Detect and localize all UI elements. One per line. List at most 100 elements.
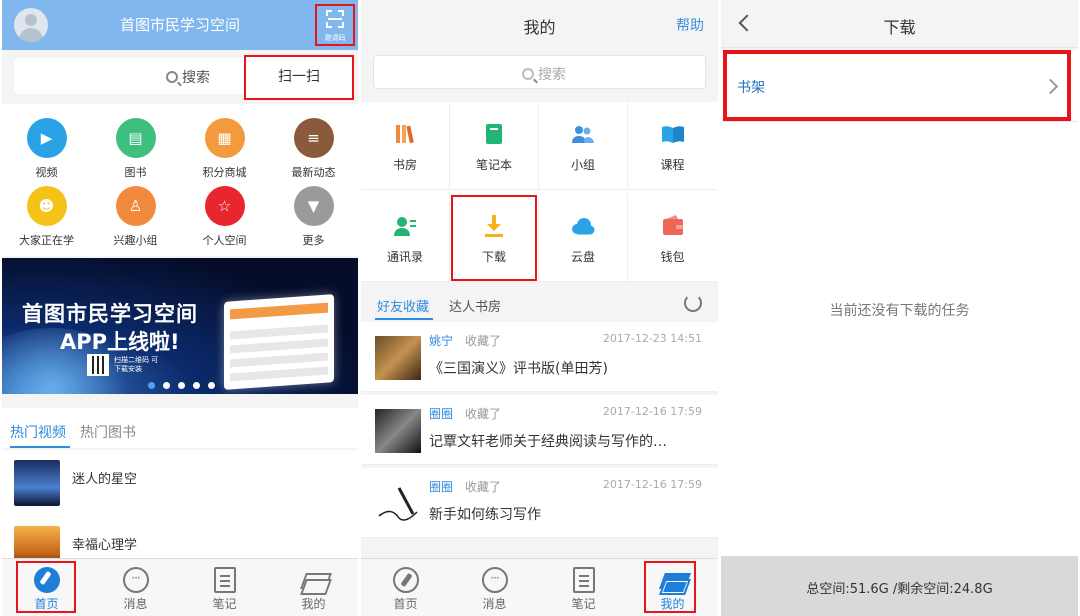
panel-divider — [718, 0, 721, 616]
grid-item-label: 积分商城 — [202, 166, 247, 179]
home-header: 首图市民学习空间 — [2, 0, 358, 50]
scan-button[interactable]: 扫一扫 — [244, 55, 354, 100]
contacts-icon — [393, 214, 417, 238]
feed-time: 2017-12-16 17:59 — [602, 478, 702, 491]
banner-qr-code — [87, 354, 109, 376]
app-title: 首图市民学习空间 — [119, 16, 240, 34]
home-tab-highlight — [16, 561, 76, 613]
mine-tab-highlight — [644, 561, 696, 613]
download-screen: 下载 书架 当前还没有下载的任务 总空间:51.6G /剩余空间:24.8G — [721, 0, 1078, 616]
tab-underline — [10, 446, 70, 448]
storage-info: 总空间:51.6G /剩余空间:24.8G — [806, 582, 993, 597]
tab-hot-videos[interactable]: 热门视频 — [10, 422, 66, 442]
function-grid: 书房 笔记本 小组 课程 通讯录 下载 云盘 钱包 — [361, 102, 718, 282]
grid-item-label: 视频 — [35, 166, 58, 179]
panel-divider — [358, 0, 361, 616]
page-title: 我的 — [523, 18, 556, 37]
tab-messages[interactable]: 消息 — [450, 563, 539, 612]
chat-bubble-icon — [481, 567, 508, 593]
pen-sketch-thumbnail — [375, 482, 421, 526]
reading-person-icon: ☻ — [26, 186, 67, 226]
grid-item-group[interactable]: 小组 — [539, 102, 628, 190]
tab-friend-favorites[interactable]: 好友收藏 — [377, 296, 429, 315]
grid-item-personal-space[interactable]: ☆ 个人空间 — [180, 186, 269, 248]
grid-item-label: 图书 — [124, 166, 147, 179]
grid-item-groups[interactable]: ♙ 兴趣小组 — [91, 186, 180, 248]
tab-hot-books[interactable]: 热门图书 — [80, 422, 136, 442]
news-icon: ≡ — [293, 118, 334, 158]
note-icon — [213, 567, 236, 593]
banner-phone-image — [224, 294, 334, 390]
invite-code-label: 邀请码 — [324, 34, 346, 42]
grid-item-label: 个人空间 — [202, 234, 247, 247]
grid-item-cloud[interactable]: 云盘 — [539, 194, 628, 282]
group-icon — [571, 122, 595, 146]
grid-item-label: 笔记本 — [475, 158, 512, 172]
more-arrow-icon: ▼ — [293, 186, 334, 226]
feed-item[interactable]: 姚宁 收藏了 2017-12-23 14:51 《三国演义》评书版(单田芳) — [361, 322, 718, 392]
empty-state-text: 当前还没有下载的任务 — [829, 303, 970, 319]
tab-label: 消息 — [123, 597, 148, 611]
tab-notes[interactable]: 笔记 — [539, 563, 628, 612]
avatar[interactable] — [14, 8, 48, 42]
tab-label: 我的 — [301, 597, 326, 611]
grid-item-label: 更多 — [302, 234, 325, 247]
search-placeholder: 搜索 — [538, 67, 566, 83]
wallet-icon — [661, 214, 685, 238]
download-list-area: 当前还没有下载的任务 — [721, 122, 1078, 556]
grid-item-label: 钱包 — [660, 250, 685, 264]
compass-icon — [392, 567, 419, 593]
tab-label: 首页 — [393, 597, 418, 611]
mine-screen: 我的 帮助 搜索 书房 笔记本 小组 课程 通讯录 下载 云盘 钱包 好友收藏 … — [361, 0, 718, 616]
help-link[interactable]: 帮助 — [676, 15, 704, 35]
search-icon — [166, 71, 178, 83]
promo-banner[interactable]: 首图市民学习空间 APP上线啦! 扫描二维码 可下载安装 — [2, 258, 358, 394]
grid-item-study[interactable]: 书房 — [361, 102, 450, 190]
tab-expert-study[interactable]: 达人书房 — [449, 296, 501, 315]
feed-title: 新手如何练习写作 — [429, 507, 541, 523]
grid-item-course[interactable]: 课程 — [628, 102, 717, 190]
grid-item-video[interactable]: ▶ 视频 — [2, 118, 91, 180]
grid-item-contacts[interactable]: 通讯录 — [361, 194, 450, 282]
grid-item-books[interactable]: ▤ 图书 — [91, 118, 180, 180]
search-label: 搜索 — [182, 70, 210, 86]
grid-item-more[interactable]: ▼ 更多 — [269, 186, 358, 248]
feed-user[interactable]: 圈圈 — [429, 405, 453, 422]
grid-item-wallet[interactable]: 钱包 — [628, 194, 717, 282]
tab-label: 消息 — [482, 597, 507, 611]
feed-time: 2017-12-23 14:51 — [602, 332, 702, 345]
bookshelf-highlight — [723, 50, 1071, 121]
carousel-dots[interactable] — [148, 374, 223, 393]
layers-icon — [301, 567, 327, 593]
tab-messages[interactable]: 消息 — [91, 563, 180, 612]
tab-notes[interactable]: 笔记 — [180, 563, 269, 612]
grid-item-notebook[interactable]: 笔记本 — [450, 102, 539, 190]
feed-item[interactable]: 圈圈 收藏了 2017-12-16 17:59 新手如何练习写作 — [361, 468, 718, 538]
content-tabs: 热门视频 热门图书 — [2, 408, 358, 448]
bottom-tab-bar: 首页 消息 笔记 我的 — [361, 558, 718, 616]
grid-item-label: 课程 — [660, 158, 685, 172]
banner-subtitle: APP上线啦! — [60, 330, 180, 354]
mine-header: 我的 帮助 — [361, 0, 718, 50]
book-icon: ▤ — [115, 118, 156, 158]
tab-home[interactable]: 首页 — [361, 563, 450, 612]
grid-item-learning[interactable]: ☻ 大家正在学 — [2, 186, 91, 248]
favorites-tabs: 好友收藏 达人书房 — [361, 286, 718, 320]
search-placeholder-wrap: 搜索 — [166, 67, 210, 87]
refresh-icon[interactable] — [684, 294, 702, 312]
group-icon: ♙ — [115, 186, 156, 226]
qr-scan-icon — [326, 10, 344, 28]
list-item[interactable]: 迷人的星空 — [2, 450, 358, 506]
note-icon — [572, 567, 595, 593]
page-title: 下载 — [883, 18, 916, 37]
feed-user[interactable]: 圈圈 — [429, 478, 453, 495]
feed-user[interactable]: 姚宁 — [429, 332, 453, 349]
list-thumbnail — [14, 460, 60, 506]
download-header: 下载 — [721, 0, 1078, 48]
tab-mine[interactable]: 我的 — [269, 563, 358, 612]
invite-code-button[interactable]: 邀请码 — [315, 4, 355, 46]
grid-item-news[interactable]: ≡ 最新动态 — [269, 118, 358, 180]
feed-item[interactable]: 圈圈 收藏了 2017-12-16 17:59 记覃文轩老师关于经典阅读与写作的… — [361, 395, 718, 465]
search-input[interactable]: 搜索 — [373, 55, 706, 89]
grid-item-store[interactable]: ▦ 积分商城 — [180, 118, 269, 180]
